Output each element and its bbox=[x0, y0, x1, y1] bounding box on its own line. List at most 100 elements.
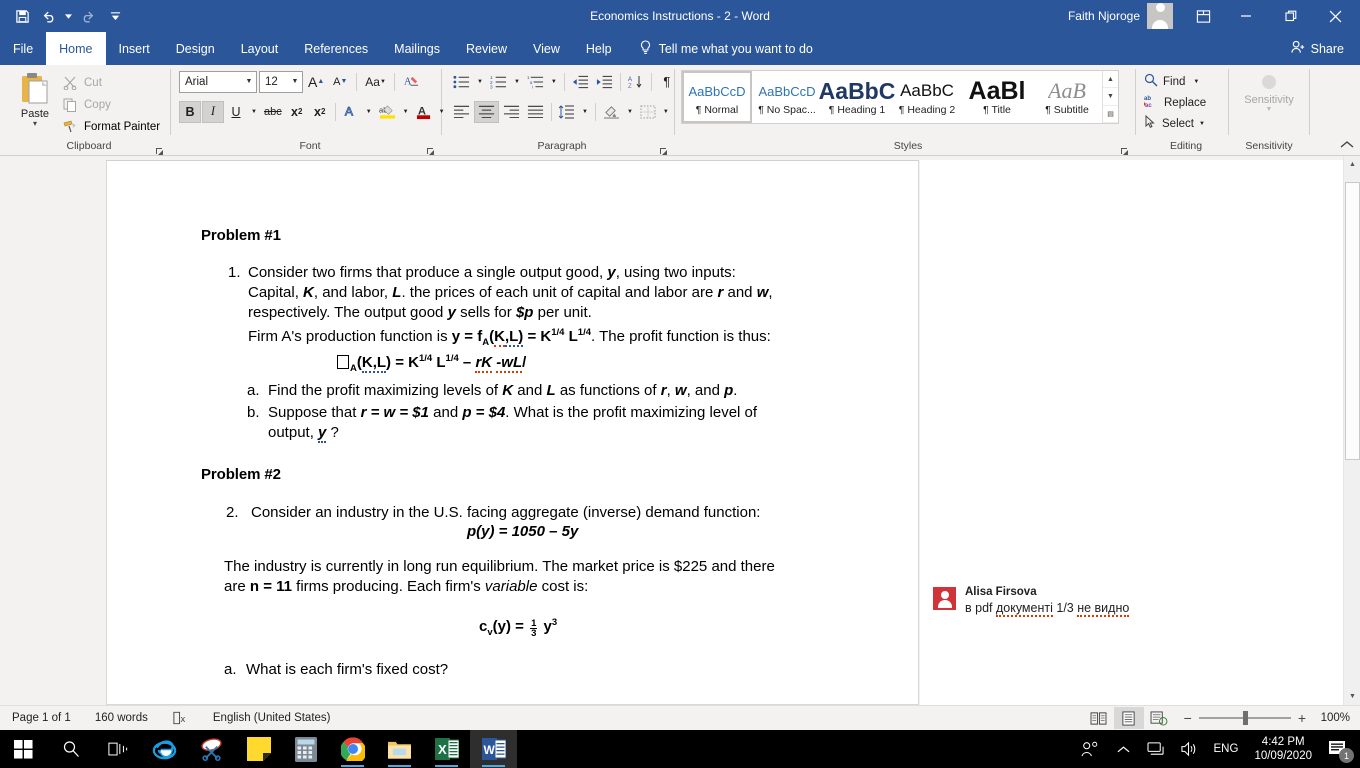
start-button[interactable] bbox=[0, 730, 47, 768]
avatar[interactable] bbox=[1147, 3, 1173, 29]
tab-layout[interactable]: Layout bbox=[228, 32, 292, 65]
format-painter-button[interactable]: Format Painter bbox=[62, 117, 160, 136]
highlight-dropdown-icon[interactable]: ▼ bbox=[400, 101, 412, 123]
task-view-button[interactable] bbox=[94, 730, 141, 768]
calculator-button[interactable] bbox=[282, 730, 329, 768]
sensitivity-button[interactable]: Sensitivity ▼ bbox=[1229, 69, 1309, 113]
zoom-in-button[interactable]: + bbox=[1298, 710, 1306, 726]
styles-scroll-up-button[interactable]: ▲ bbox=[1103, 71, 1118, 89]
document-content[interactable]: Problem #1 1. Consider two firms that pr… bbox=[107, 161, 920, 706]
text-highlight-color-button[interactable]: ab bbox=[376, 101, 399, 123]
tell-me-search[interactable]: Tell me what you want to do bbox=[625, 32, 813, 65]
style-subtitle[interactable]: AaB ¶ Subtitle bbox=[1032, 71, 1102, 123]
network-icon[interactable] bbox=[1140, 730, 1173, 768]
word-button[interactable]: W bbox=[470, 730, 517, 768]
replace-button[interactable]: ab ac Replace bbox=[1144, 92, 1206, 113]
volume-icon[interactable] bbox=[1173, 730, 1206, 768]
strikethrough-button[interactable]: abc bbox=[261, 101, 285, 123]
scrollbar-thumb[interactable] bbox=[1345, 182, 1360, 460]
print-layout-view-button[interactable] bbox=[1113, 707, 1144, 729]
paragraph-dialog-launcher-icon[interactable] bbox=[659, 144, 670, 155]
styles-scroll-down-button[interactable]: ▼ bbox=[1103, 88, 1118, 106]
underline-button[interactable]: U bbox=[225, 101, 247, 123]
redo-icon[interactable] bbox=[73, 3, 101, 29]
tab-design[interactable]: Design bbox=[163, 32, 228, 65]
decrease-indent-icon[interactable] bbox=[569, 71, 592, 93]
undo-icon[interactable] bbox=[36, 3, 64, 29]
people-icon[interactable] bbox=[1074, 730, 1107, 768]
search-button[interactable] bbox=[47, 730, 94, 768]
justify-icon[interactable] bbox=[524, 101, 547, 123]
align-left-icon[interactable] bbox=[450, 101, 473, 123]
multilevel-dropdown-icon[interactable]: ▼ bbox=[548, 71, 560, 93]
chevron-up-icon[interactable] bbox=[1107, 730, 1140, 768]
font-color-button[interactable]: A bbox=[413, 101, 435, 123]
text-effects-dropdown-icon[interactable]: ▼ bbox=[363, 101, 375, 123]
numbering-icon[interactable]: 123 bbox=[487, 71, 510, 93]
share-button[interactable]: Share bbox=[1291, 32, 1360, 65]
style-heading-1[interactable]: AaBbC ¶ Heading 1 bbox=[819, 71, 896, 123]
vertical-scrollbar[interactable]: ▲ ▼ bbox=[1343, 156, 1360, 705]
tab-mailings[interactable]: Mailings bbox=[381, 32, 453, 65]
shading-icon[interactable] bbox=[600, 101, 623, 123]
restore-icon[interactable] bbox=[1268, 0, 1313, 32]
tab-view[interactable]: View bbox=[520, 32, 573, 65]
text-effects-button[interactable]: A bbox=[340, 101, 362, 123]
align-right-icon[interactable] bbox=[500, 101, 523, 123]
excel-button[interactable]: X bbox=[423, 730, 470, 768]
save-icon[interactable] bbox=[8, 3, 36, 29]
undo-dropdown-icon[interactable] bbox=[64, 3, 73, 29]
language-indicator[interactable]: ENG bbox=[1206, 743, 1247, 755]
comment-card[interactable]: Alisa Firsova в pdf документі 1/3 не вид… bbox=[933, 585, 1333, 631]
find-dropdown-icon[interactable]: ▼ bbox=[1193, 79, 1199, 85]
zoom-out-button[interactable]: − bbox=[1184, 710, 1192, 726]
sensitivity-dropdown-icon[interactable]: ▼ bbox=[1266, 106, 1273, 113]
file-explorer-button[interactable] bbox=[376, 730, 423, 768]
clear-all-formatting-button[interactable]: A bbox=[400, 71, 423, 93]
grow-font-button[interactable]: A ▲ bbox=[305, 71, 327, 93]
clipboard-dialog-launcher-icon[interactable] bbox=[155, 144, 166, 155]
tab-review[interactable]: Review bbox=[453, 32, 520, 65]
sort-icon[interactable]: AZ bbox=[625, 71, 647, 93]
google-chrome-button[interactable] bbox=[329, 730, 376, 768]
zoom-thumb[interactable] bbox=[1242, 711, 1248, 725]
account-name[interactable]: Faith Njoroge bbox=[1068, 9, 1140, 23]
copy-button[interactable]: Copy bbox=[62, 95, 160, 114]
borders-icon[interactable] bbox=[637, 101, 659, 123]
bold-button[interactable]: B bbox=[179, 100, 201, 123]
select-dropdown-icon[interactable]: ▼ bbox=[1199, 121, 1205, 127]
tab-insert[interactable]: Insert bbox=[106, 32, 163, 65]
align-center-icon[interactable] bbox=[474, 100, 499, 123]
paste-button[interactable]: Paste ▾ bbox=[8, 69, 62, 128]
read-mode-view-button[interactable] bbox=[1084, 707, 1114, 729]
ribbon-display-options-icon[interactable] bbox=[1183, 0, 1223, 32]
shading-dropdown-icon[interactable]: ▼ bbox=[624, 101, 636, 123]
bullets-dropdown-icon[interactable]: ▼ bbox=[474, 71, 486, 93]
superscript-button[interactable]: x2 bbox=[309, 101, 331, 123]
snipping-tool-button[interactable] bbox=[188, 730, 235, 768]
tab-home[interactable]: Home bbox=[46, 32, 106, 65]
proofing-errors-icon[interactable]: x bbox=[160, 711, 201, 725]
customize-quick-access-toolbar-icon[interactable] bbox=[101, 3, 129, 29]
change-case-button[interactable]: Aa ▼ bbox=[362, 71, 389, 93]
numbering-dropdown-icon[interactable]: ▼ bbox=[511, 71, 523, 93]
underline-dropdown-icon[interactable]: ▼ bbox=[248, 101, 260, 123]
sticky-notes-button[interactable] bbox=[235, 730, 282, 768]
style-no-spacing[interactable]: AaBbCcD ¶ No Spac... bbox=[752, 71, 822, 123]
shrink-font-button[interactable]: A ▼ bbox=[329, 71, 351, 93]
notifications-button[interactable]: 1 bbox=[1320, 730, 1356, 768]
bullets-icon[interactable] bbox=[450, 71, 473, 93]
zoom-level[interactable]: 100% bbox=[1316, 712, 1350, 724]
increase-indent-icon[interactable] bbox=[593, 71, 616, 93]
paste-dropdown-icon[interactable]: ▾ bbox=[33, 120, 37, 128]
cut-button[interactable]: Cut bbox=[62, 73, 160, 92]
tab-file[interactable]: File bbox=[0, 32, 46, 65]
internet-explorer-button[interactable] bbox=[141, 730, 188, 768]
style-title[interactable]: AaBl ¶ Title bbox=[962, 71, 1032, 123]
minimize-icon[interactable] bbox=[1223, 0, 1268, 32]
page-indicator[interactable]: Page 1 of 1 bbox=[0, 712, 83, 724]
style-heading-2[interactable]: AaBbC ¶ Heading 2 bbox=[892, 71, 962, 123]
line-spacing-dropdown-icon[interactable]: ▼ bbox=[579, 101, 591, 123]
select-button[interactable]: Select ▼ bbox=[1144, 113, 1205, 134]
language-indicator[interactable]: English (United States) bbox=[201, 712, 343, 724]
